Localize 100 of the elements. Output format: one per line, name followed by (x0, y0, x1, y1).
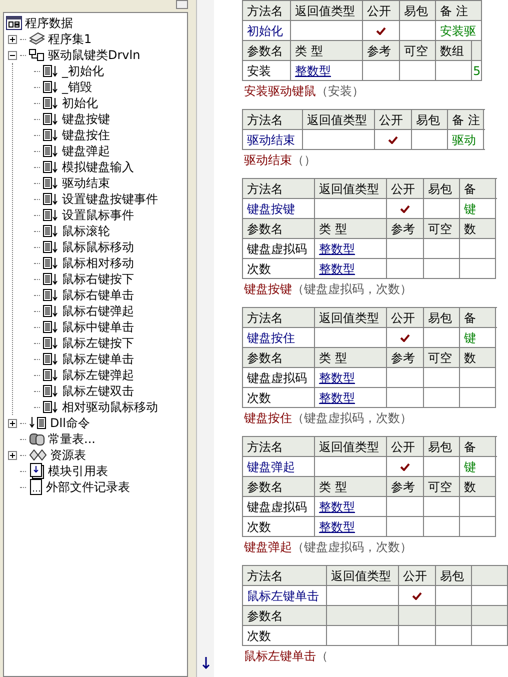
method-name: 鼠标左键单击 (247, 588, 319, 602)
window-button[interactable] (176, 0, 188, 9)
method-icon (43, 65, 59, 77)
tree-item[interactable]: Dll命令 (50, 415, 90, 431)
column-header: 参数名 (247, 222, 283, 236)
method-icon (43, 129, 59, 141)
param-name: 次数 (247, 628, 271, 642)
tree-item[interactable]: 鼠标相对移动 (62, 255, 134, 271)
method-icon (43, 81, 59, 93)
method-icon (43, 321, 59, 333)
column-header: 方法名 (247, 112, 283, 126)
tree-item[interactable]: 资源表 (50, 447, 86, 463)
method-icon (43, 337, 59, 349)
expander-toggle[interactable] (8, 450, 17, 460)
column-header: 方法名 (247, 310, 283, 324)
method-name: 初始化 (247, 24, 283, 38)
remark-text: 安装驱 (440, 24, 476, 38)
tree-item[interactable]: _初始化 (62, 63, 104, 79)
plus-icon (9, 36, 16, 42)
method-icon (43, 193, 59, 205)
column-header: 公开 (367, 4, 391, 18)
column-header: 方法名 (247, 182, 283, 196)
column-header: 可空 (404, 44, 428, 58)
column-header: 返回值类型 (319, 182, 379, 196)
param-name: 安装 (247, 64, 271, 78)
tree-item[interactable]: 设置鼠标事件 (62, 207, 134, 223)
tree-item[interactable]: 键盘弹起 (62, 143, 110, 159)
column-header: 易包 (416, 112, 440, 126)
remark-text: 键 (464, 460, 476, 474)
column-header: 数组 (440, 44, 464, 58)
expander-toggle[interactable] (8, 50, 17, 60)
column-header: 参数名 (247, 44, 283, 58)
method-name: 键盘按住 (247, 330, 295, 344)
program-data-icon (6, 16, 22, 30)
method-name: 键盘弹起 (247, 460, 295, 474)
column-header: 公开 (391, 440, 415, 454)
method-icon (43, 241, 59, 253)
down-arrow-icon (202, 657, 210, 669)
tree-item[interactable]: 程序集1 (48, 31, 92, 47)
method-signature: 键盘弹起（键盘虚拟码，次数） (244, 539, 412, 556)
expander-toggle[interactable] (8, 34, 17, 44)
tree-item[interactable]: 初始化 (62, 95, 98, 111)
resources-icon (29, 449, 47, 461)
tree-root-label[interactable]: 程序数据 (25, 15, 73, 31)
tree-item[interactable]: 键盘按住 (62, 127, 110, 143)
tree-item[interactable]: 模块引用表 (48, 463, 108, 479)
column-header: 参考 (391, 222, 415, 236)
column-header: 易包 (428, 440, 452, 454)
document-arrow-icon (29, 463, 45, 479)
remark-text: 键 (464, 330, 476, 344)
column-header: 参数名 (247, 480, 283, 494)
tree-item[interactable]: 鼠标左键弹起 (62, 367, 134, 383)
tree-item[interactable]: 鼠标右键按下 (62, 271, 134, 287)
expander-toggle[interactable] (8, 418, 17, 428)
column-header: 参考 (367, 44, 391, 58)
tree-item[interactable]: 模拟键盘输入 (62, 159, 134, 175)
tree-item[interactable]: 鼠标左键双击 (62, 383, 134, 399)
column-header: 方法名 (247, 440, 283, 454)
tree-item[interactable]: 鼠标左键单击 (62, 351, 134, 367)
tree-item[interactable]: 相对驱动鼠标移动 (62, 399, 158, 415)
tree-item[interactable]: 鼠标中键单击 (62, 319, 134, 335)
column-header: 方法名 (247, 568, 283, 582)
method-signature: 驱动结束（） (244, 152, 316, 169)
column-header: 数 (464, 222, 476, 236)
method-signature: 安装驱动键鼠（安装） (244, 83, 364, 100)
method-signature: 键盘按住（键盘虚拟码，次数） (244, 410, 412, 427)
tree-item[interactable]: 键盘按键 (62, 111, 110, 127)
column-header: 备 注 (440, 4, 468, 18)
stack-icon (29, 32, 45, 46)
dll-icon (29, 417, 47, 429)
method-icon (43, 257, 59, 269)
column-header: 参数名 (247, 608, 283, 622)
tree-item[interactable]: 鼠标鼠标移动 (62, 239, 134, 255)
method-icon (43, 161, 59, 173)
param-name: 次数 (247, 390, 271, 404)
method-signature: 鼠标左键单击（ (244, 648, 328, 665)
method-signature: 键盘按键（键盘虚拟码，次数） (244, 281, 412, 298)
tree-item[interactable]: 驱动鼠键类Drvln (48, 47, 140, 63)
column-header: 类 型 (319, 350, 347, 364)
method-icon (43, 209, 59, 221)
tree-item[interactable]: 鼠标滚轮 (62, 223, 110, 239)
column-header: 返回值类型 (307, 112, 367, 126)
tree-item[interactable]: 鼠标右键弹起 (62, 303, 134, 319)
method-icon (43, 113, 59, 125)
column-header: 易包 (404, 4, 428, 18)
column-header: 备 (464, 440, 476, 454)
method-icon (43, 385, 59, 397)
tree-item[interactable]: 驱动结束 (62, 175, 110, 191)
tree-item[interactable]: 鼠标左键按下 (62, 335, 134, 351)
tree-item[interactable]: 设置键盘按键事件 (62, 191, 158, 207)
database-icon (29, 432, 45, 446)
column-header: 备 注 (452, 112, 480, 126)
method-icon (43, 289, 59, 301)
tree-item[interactable]: 鼠标右键单击 (62, 287, 134, 303)
column-header: 返回值类型 (319, 310, 379, 324)
tree-item[interactable]: _销毁 (62, 79, 92, 95)
column-header: 可空 (428, 222, 452, 236)
tree-item[interactable]: 外部文件记录表 (46, 479, 130, 495)
column-header: 数 (464, 350, 476, 364)
tree-item[interactable]: 常量表... (48, 431, 96, 447)
